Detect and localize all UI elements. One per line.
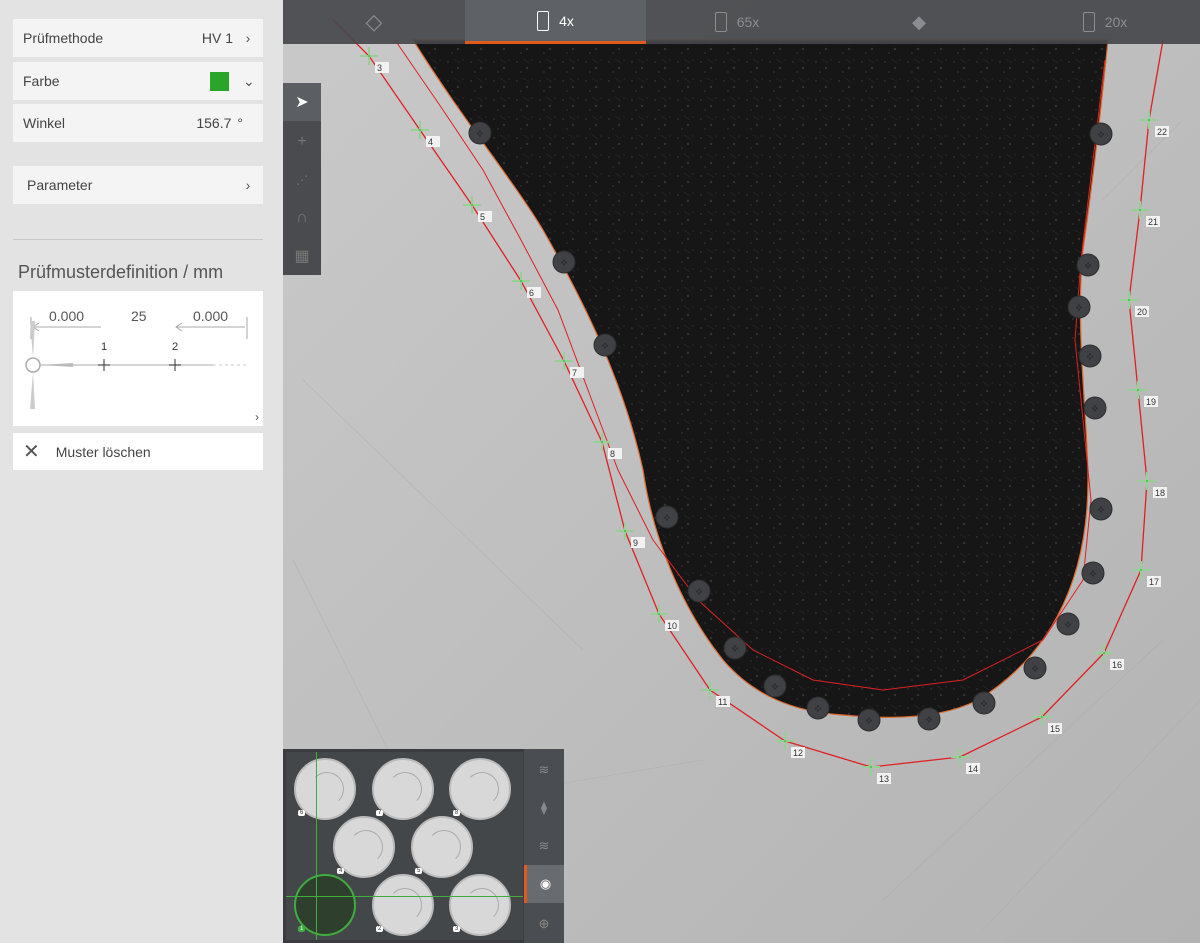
sample-label: 2 (376, 926, 384, 932)
parameter-row[interactable]: Parameter › (13, 166, 263, 204)
grid-pattern-icon: ▦ (294, 248, 310, 265)
sample-stack-icon: ◉ (539, 876, 552, 891)
color-swatch (210, 71, 229, 91)
arc-cursor-icon: ∩ (296, 209, 308, 226)
sample-label: 5 (415, 868, 423, 874)
sample-label: 1 (298, 926, 306, 932)
position-icon: ⊕ (538, 916, 550, 931)
chevron-right-icon: › (245, 30, 251, 46)
delete-pattern-label: Muster löschen (55, 443, 151, 460)
sample-disk[interactable]: 5 (411, 816, 473, 878)
line-points-icon: ⋰ (296, 173, 308, 187)
tab-navigation[interactable]: ◇ (283, 0, 465, 44)
pattern-definition-title: Prüfmusterdefinition / mm (18, 262, 224, 282)
tab-65x[interactable]: 65x (646, 0, 828, 44)
objective-icon (714, 12, 727, 32)
delete-pattern-button[interactable]: ✕ Muster löschen (13, 433, 263, 470)
pattern-definition-editor[interactable]: › 0.000 25 0.000 1 2 (13, 291, 263, 426)
tab-label: 65x (736, 14, 760, 30)
close-icon: ✕ (23, 440, 40, 463)
layers-a-icon: ≋ (538, 762, 550, 777)
tab-label: 4x (559, 12, 574, 29)
sample-disk[interactable]: 4 (333, 816, 395, 878)
objective-icon (537, 10, 550, 31)
sample-overview: 6 7 8 4 5 1 2 3 ≋ ⧫ ≋ ◉ ⊕ (283, 749, 564, 943)
layers-c-icon: ≋ (538, 838, 550, 853)
tab-20x[interactable]: 20x (1010, 0, 1200, 44)
chevron-right-icon: › (245, 177, 251, 193)
settings-panel: Prüfmethode HV 1 › Farbe ⌄ Winkel 156.7 … (0, 0, 283, 943)
test-method-label: Prüfmethode (23, 30, 104, 46)
sample-label: 4 (337, 868, 345, 874)
angle-label: Winkel (23, 115, 66, 131)
overview-toolbar: ≋ ⧫ ≋ ◉ ⊕ (524, 749, 564, 943)
sample-disk[interactable]: 6 (294, 758, 356, 820)
focus-icon: ◆ (912, 11, 926, 32)
sample-label: 8 (453, 810, 461, 816)
position-button[interactable]: ⊕ (524, 905, 564, 943)
sample-disk[interactable]: 8 (449, 758, 511, 820)
sample-label: 6 (298, 810, 306, 816)
test-method-row[interactable]: Prüfmethode HV 1 › (13, 19, 263, 57)
sample-disk[interactable]: 3 (449, 874, 511, 936)
cursor-tool-button[interactable]: ➤ (283, 83, 321, 121)
left-offset-value[interactable]: 0.000 (49, 308, 84, 324)
grid-pattern-tool-button[interactable]: ▦ (283, 237, 321, 275)
cursor-icon: ➤ (295, 94, 309, 111)
angle-value[interactable]: 156.7 (196, 115, 231, 131)
color-row[interactable]: Farbe ⌄ (13, 62, 263, 100)
angle-row[interactable]: Winkel 156.7 ° (13, 104, 263, 142)
angle-unit: ° (237, 115, 243, 131)
sample-holder-map[interactable]: 6 7 8 4 5 1 2 3 (286, 752, 523, 940)
layer-view-b-button[interactable]: ⧫ (524, 789, 564, 827)
crosshair-icon: + (297, 133, 307, 150)
objective-toolbar: ◇ 4x 65x ◆ 20x (283, 0, 1200, 44)
layer-view-c-button[interactable]: ≋ (524, 827, 564, 865)
tab-4x[interactable]: 4x (465, 0, 646, 44)
sample-label: 3 (453, 926, 461, 932)
position-crosshair-h (286, 896, 523, 897)
svg-text:›: › (255, 410, 259, 424)
right-offset-value[interactable]: 0.000 (193, 308, 228, 324)
tab-label: 20x (1104, 14, 1128, 30)
position-crosshair-v (316, 752, 317, 940)
sample-disk[interactable]: 7 (372, 758, 434, 820)
sample-label: 7 (376, 810, 384, 816)
layers-b-icon: ⧫ (540, 800, 548, 815)
sample-stack-button[interactable]: ◉ (524, 865, 564, 903)
divider (13, 239, 263, 240)
pattern-point-label: 2 (172, 341, 179, 353)
color-label: Farbe (23, 73, 60, 89)
tool-palette: ➤ + ⋰ ∩ ▦ (283, 83, 321, 275)
navigation-icon: ◇ (365, 9, 383, 34)
crosshair-tool-button[interactable]: + (283, 123, 321, 161)
tab-focus[interactable]: ◆ (828, 0, 1010, 44)
sample-disk[interactable]: 2 (372, 874, 434, 936)
objective-icon (1082, 12, 1095, 32)
point-count-value[interactable]: 25 (131, 308, 147, 324)
chevron-down-icon: ⌄ (243, 72, 255, 89)
line-points-tool-button[interactable]: ⋰ (283, 161, 321, 199)
parameter-label: Parameter (27, 177, 93, 193)
test-method-value: HV 1 (201, 30, 233, 46)
arc-cursor-tool-button[interactable]: ∩ (283, 199, 321, 237)
sample-disk-active[interactable]: 1 (294, 874, 356, 936)
pattern-point-label: 1 (101, 341, 108, 353)
layer-view-a-button[interactable]: ≋ (524, 751, 564, 789)
